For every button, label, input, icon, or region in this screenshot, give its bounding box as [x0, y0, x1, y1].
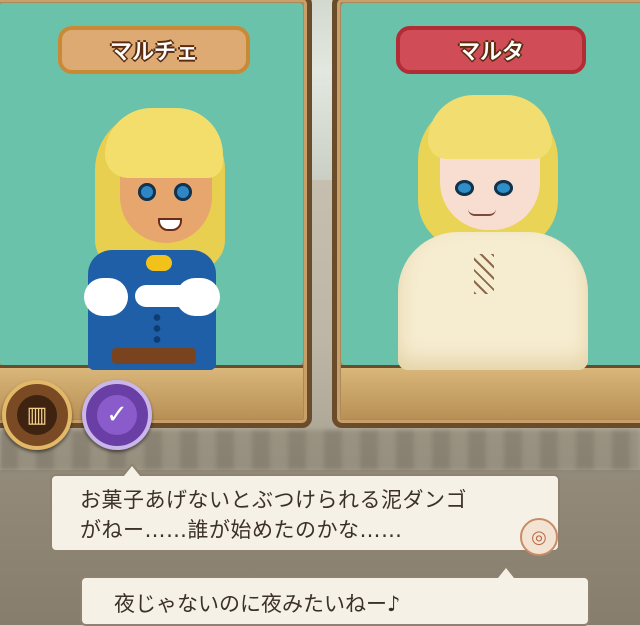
- left-puff-sleeve: [84, 278, 128, 316]
- left-buttons: [150, 312, 164, 346]
- left-bow: [146, 255, 172, 271]
- reply-bubble[interactable]: 夜じゃないのに夜みたいねー♪: [80, 565, 590, 626]
- record-button[interactable]: ▥: [2, 380, 72, 450]
- record-book-icon: ▥: [17, 395, 57, 435]
- dialogue-line-1: お菓子あげないとぶつけられる泥ダンゴ: [80, 488, 467, 512]
- left-belt: [112, 348, 196, 364]
- dialogue-bubble-tail: [122, 463, 142, 476]
- speaker-nameplate-left: マルチェ: [58, 26, 250, 74]
- dialogue-line-2: がねー……誰が始めたのかな……: [80, 518, 403, 542]
- right-mouth: [468, 209, 496, 216]
- reply-line: 夜じゃないのに夜みたいねー♪: [114, 592, 401, 616]
- reply-bubble-tail: [496, 565, 516, 578]
- speaker-nameplate-right: マルタ: [396, 26, 586, 74]
- right-eye: [455, 180, 474, 196]
- dialogue-bubble[interactable]: お菓子あげないとぶつけられる泥ダンゴ がねー……誰が始めたのかな……: [50, 463, 560, 552]
- right-outfit: [398, 232, 588, 370]
- check-button[interactable]: ✓: [82, 380, 152, 450]
- left-fur-trim: [135, 285, 191, 307]
- right-lacing: [474, 254, 494, 294]
- left-eye: [174, 183, 192, 201]
- next-page-icon[interactable]: ◎: [520, 518, 558, 556]
- left-bangs: [105, 108, 223, 178]
- checkmark-icon: ✓: [97, 395, 137, 435]
- right-bangs: [428, 95, 552, 159]
- portrait-sill-right: [341, 365, 640, 419]
- right-eye: [494, 180, 513, 196]
- left-eye: [138, 183, 156, 201]
